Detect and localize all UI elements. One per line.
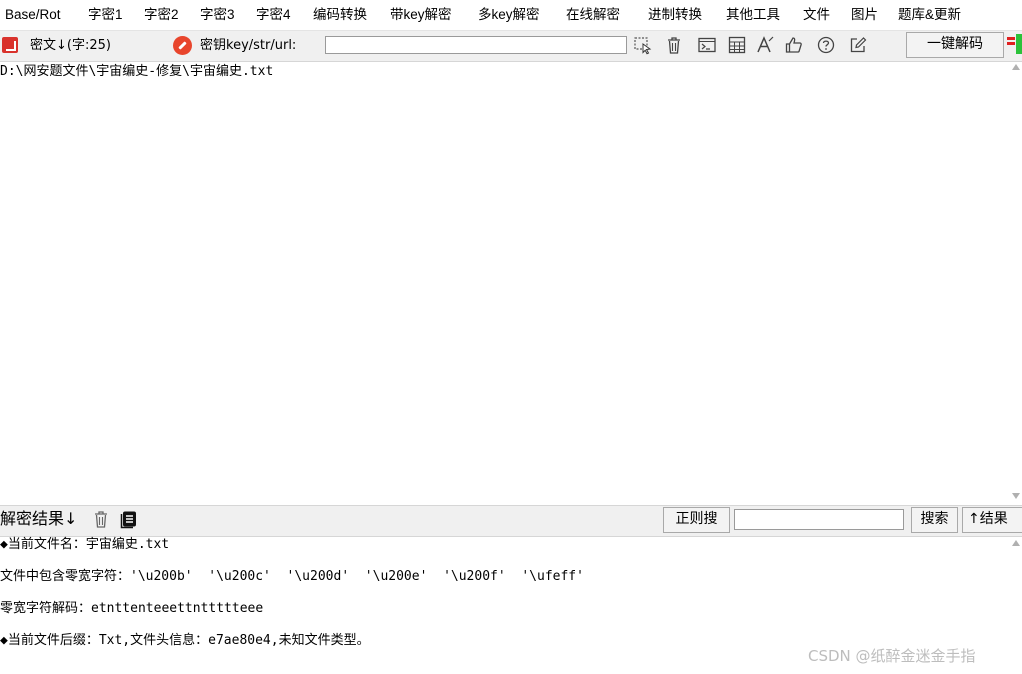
terminal-icon[interactable]	[697, 35, 717, 55]
menu-other-tools[interactable]: 其他工具	[726, 7, 780, 23]
menu-image[interactable]: 图片	[851, 7, 878, 23]
menu-base-rot[interactable]: Base/Rot	[5, 7, 61, 23]
menu-char-cipher-1[interactable]: 字密1	[88, 7, 123, 23]
one-click-decode-button[interactable]: 一键解码	[906, 32, 1004, 58]
menu-file[interactable]: 文件	[803, 7, 830, 23]
menu-encoding[interactable]: 编码转换	[313, 7, 367, 23]
menu-key-decrypt[interactable]: 带key解密	[390, 7, 452, 23]
edit-icon[interactable]	[848, 35, 868, 55]
result-trash-icon[interactable]	[91, 509, 111, 529]
thumbs-up-icon[interactable]	[784, 35, 804, 55]
ciphertext-area[interactable]: D:\网安题文件\宇宙编史-修复\宇宙编史.txt	[0, 62, 1006, 502]
result-line: 零宽字符解码：etnttenteeettnttttteee	[0, 601, 264, 616]
status-flag-icon	[1007, 37, 1015, 40]
result-scroll-up-arrow-icon[interactable]	[1012, 540, 1020, 546]
text-a-icon[interactable]	[755, 35, 775, 55]
cipher-icon	[2, 37, 18, 53]
menu-question-bank[interactable]: 题库&更新	[898, 7, 961, 23]
menu-base-convert[interactable]: 进制转换	[648, 7, 702, 23]
cursor-select-icon[interactable]	[633, 35, 653, 55]
scroll-up-arrow-icon[interactable]	[1012, 64, 1020, 70]
regex-search-button[interactable]: 正则搜	[663, 507, 730, 533]
result-line: ◆当前文件名：宇宙编史.txt	[0, 537, 170, 552]
menu-multikey-decrypt[interactable]: 多key解密	[478, 7, 540, 23]
calculator-icon[interactable]	[727, 35, 747, 55]
trash-icon[interactable]	[664, 35, 684, 55]
key-label: 密钥key/str/url:	[200, 38, 297, 53]
result-line: 文件中包含零宽字符：'\u200b' '\u200c' '\u200d' '\u…	[0, 569, 584, 584]
help-icon[interactable]	[816, 35, 836, 55]
search-button[interactable]: 搜索	[911, 507, 958, 533]
menu-char-cipher-2[interactable]: 字密2	[144, 7, 179, 23]
scroll-down-arrow-icon[interactable]	[1012, 493, 1020, 499]
menu-char-cipher-3[interactable]: 字密3	[200, 7, 235, 23]
key-erase-icon[interactable]	[173, 36, 192, 55]
result-label: 解密结果↓	[0, 509, 78, 528]
result-line: ◆当前文件后缀：Txt,文件头信息：e7ae80e4,未知文件类型。	[0, 633, 370, 648]
menu-char-cipher-4[interactable]: 字密4	[256, 7, 291, 23]
menu-bar: Base/Rot 字密1 字密2 字密3 字密4 编码转换 带key解密 多ke…	[0, 0, 1022, 31]
cipher-label: 密文↓(字:25)	[30, 38, 111, 53]
up-result-button[interactable]: ↑结果	[962, 507, 1022, 533]
panel-handle[interactable]	[1016, 34, 1022, 54]
watermark: CSDN @纸醉金迷金手指	[808, 647, 976, 665]
key-input[interactable]	[325, 36, 627, 54]
menu-online-decrypt[interactable]: 在线解密	[566, 7, 620, 23]
search-input[interactable]	[734, 509, 904, 530]
copy-result-icon[interactable]	[119, 509, 139, 529]
